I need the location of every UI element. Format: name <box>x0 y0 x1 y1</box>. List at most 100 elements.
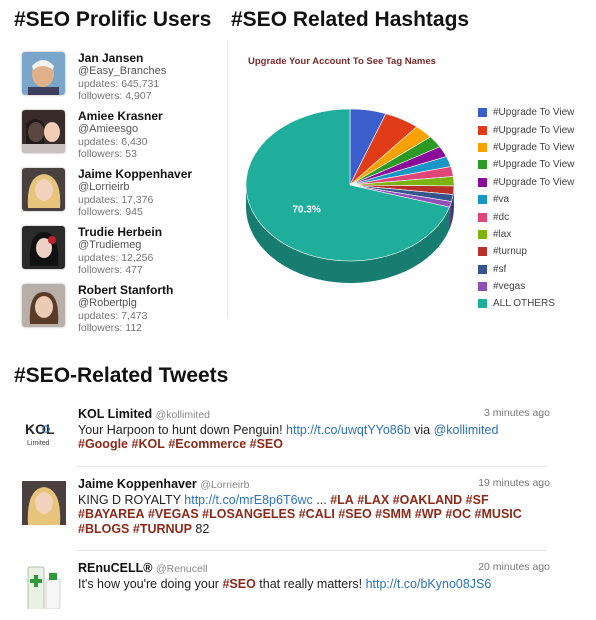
hashtag-link[interactable]: #OC <box>445 507 471 521</box>
tweet-text-segment: KING D ROYALTY <box>78 492 185 507</box>
legend-item[interactable]: #Upgrade To View <box>478 139 574 156</box>
chart-title: Upgrade Your Account To See Tag Names <box>248 56 436 67</box>
user-card[interactable]: Jan Jansen @Easy_Branches updates: 645,7… <box>22 52 222 102</box>
legend-label: #Upgrade To View <box>493 159 575 171</box>
hashtag-link[interactable]: #SEO <box>222 577 255 591</box>
user-handle[interactable]: @Easy_Branches <box>78 65 166 78</box>
user-handle[interactable]: @Lorrieirb <box>78 181 192 194</box>
user-updates: updates: 645,731 <box>78 77 160 90</box>
legend-swatch <box>478 229 487 239</box>
legend-item[interactable]: #Upgrade To View <box>478 156 574 173</box>
legend-item[interactable]: #turnup <box>478 243 574 260</box>
hashtag-link[interactable]: #LAX <box>357 493 389 507</box>
hashtag-link[interactable]: #Ecommerce <box>168 437 246 451</box>
pie-data-label: 70.3% <box>292 205 320 216</box>
tweet-item[interactable]: Jaime Koppenhaver @Lorrieirb KING D ROYA… <box>22 477 550 543</box>
tweet-link[interactable]: http://t.co/mrE8p6T6wc <box>184 493 313 507</box>
hashtag-link[interactable]: #SEO <box>338 507 371 521</box>
tweet-text-segment: via <box>410 422 434 437</box>
hashtag-link[interactable]: #BAYAREA <box>78 507 144 521</box>
hashtag-link[interactable]: #TURNUP <box>133 522 192 536</box>
legend-label: #dc <box>493 211 510 223</box>
legend-item[interactable]: #dc <box>478 208 574 225</box>
avatar[interactable] <box>22 284 65 327</box>
chart-legend: #Upgrade To View #Upgrade To View #Upgrade… <box>478 104 574 313</box>
hashtag-link[interactable]: #LA <box>330 493 354 507</box>
hashtag-link[interactable]: #BLOGS <box>78 522 129 536</box>
tweet-timestamp[interactable]: 19 minutes ago <box>478 477 550 489</box>
tweet-author-name[interactable]: REnuCELL® <box>78 561 152 575</box>
legend-swatch <box>478 212 487 222</box>
tweet-link[interactable]: http://t.co/bKyno08JS6 <box>366 577 492 591</box>
tweet-link[interactable]: @kollimited <box>434 423 499 437</box>
user-name[interactable]: Amiee Krasner <box>78 110 163 123</box>
avatar[interactable] <box>22 226 65 269</box>
user-updates: updates: 12,256 <box>78 251 154 264</box>
hashtag-link[interactable]: #CALI <box>299 507 335 521</box>
legend-item[interactable]: #va <box>478 191 574 208</box>
legend-swatch <box>478 264 487 274</box>
user-followers: followers: 53 <box>78 148 137 160</box>
user-handle[interactable]: @Trudiemeg <box>78 239 162 252</box>
tweet-divider <box>76 466 546 467</box>
legend-item[interactable]: #lax <box>478 226 574 243</box>
legend-swatch <box>478 142 487 152</box>
tweet-author-name[interactable]: KOL Limited <box>78 407 152 421</box>
user-card[interactable]: Trudie Herbein @Trudiemeg updates: 12,25… <box>22 226 222 276</box>
user-followers: followers: 4,907 <box>78 90 152 102</box>
user-card[interactable]: Amiee Krasner @Amieesgo updates: 6,430 f… <box>22 110 222 160</box>
tweet-item[interactable]: REnuCELL® @Renucell It's how you're doin… <box>22 561 550 616</box>
hashtag-link[interactable]: #MUSIC <box>475 507 522 521</box>
legend-swatch <box>478 247 487 257</box>
hashtag-link[interactable]: #OAKLAND <box>393 493 462 507</box>
tweet-author-handle[interactable]: @Renucell <box>156 563 208 575</box>
hashtag-link[interactable]: #LOSANGELES <box>202 507 295 521</box>
legend-swatch <box>478 177 487 187</box>
legend-swatch <box>478 195 487 205</box>
user-card[interactable]: Robert Stanforth @Robertplg updates: 7,4… <box>22 284 222 334</box>
user-name[interactable]: Jan Jansen <box>78 52 166 65</box>
tweet-divider <box>76 550 546 551</box>
avatar[interactable] <box>22 168 65 211</box>
legend-swatch <box>478 299 487 309</box>
legend-label: #lax <box>493 228 512 240</box>
hashtag-link[interactable]: #SMM <box>375 507 411 521</box>
legend-item[interactable]: #Upgrade To View <box>478 104 574 121</box>
tweet-item[interactable]: KOL Limited KOL Limited @kollimited Your… <box>22 407 550 467</box>
hashtag-link[interactable]: #KOL <box>132 437 165 451</box>
legend-swatch <box>478 108 487 118</box>
legend-item[interactable]: #Upgrade To View <box>478 174 574 191</box>
logo-subtext: Limited <box>27 440 50 447</box>
hashtag-link[interactable]: #VEGAS <box>148 507 199 521</box>
legend-label: #Upgrade To View <box>493 107 575 119</box>
tweet-author-handle[interactable]: @kollimited <box>156 409 210 421</box>
user-handle[interactable]: @Amieesgo <box>78 123 163 136</box>
legend-item[interactable]: #sf <box>478 261 574 278</box>
hashtag-link[interactable]: #WP <box>415 507 442 521</box>
avatar[interactable] <box>22 110 65 153</box>
hashtag-link[interactable]: #SF <box>466 493 489 507</box>
legend-swatch <box>478 282 487 292</box>
tweet-link[interactable]: http://t.co/uwqtYYo86b <box>286 423 411 437</box>
user-name[interactable]: Robert Stanforth <box>78 284 173 297</box>
hashtag-link[interactable]: #Google <box>78 437 128 451</box>
user-updates: updates: 6,430 <box>78 135 148 148</box>
user-card[interactable]: Jaime Koppenhaver @Lorrieirb updates: 17… <box>22 168 222 218</box>
tweet-text-segment: ... <box>312 492 331 507</box>
avatar[interactable]: KOL Limited <box>22 411 66 455</box>
avatar[interactable] <box>22 565 66 609</box>
tweet-timestamp[interactable]: 20 minutes ago <box>478 561 550 573</box>
avatar[interactable] <box>22 481 66 525</box>
legend-item[interactable]: ALL OTHERS <box>478 295 574 312</box>
legend-item[interactable]: #Upgrade To View <box>478 121 574 138</box>
user-handle[interactable]: @Robertplg <box>78 297 173 310</box>
legend-label: #Upgrade To View <box>493 124 575 136</box>
hashtag-link[interactable]: #SEO <box>250 437 283 451</box>
tweet-timestamp[interactable]: 3 minutes ago <box>484 407 550 419</box>
tweet-author-name[interactable]: Jaime Koppenhaver <box>78 477 197 491</box>
user-name[interactable]: Jaime Koppenhaver <box>78 168 192 181</box>
tweet-author-handle[interactable]: @Lorrieirb <box>200 479 249 491</box>
user-name[interactable]: Trudie Herbein <box>78 226 162 239</box>
legend-item[interactable]: #vegas <box>478 278 574 295</box>
avatar[interactable] <box>22 52 65 95</box>
